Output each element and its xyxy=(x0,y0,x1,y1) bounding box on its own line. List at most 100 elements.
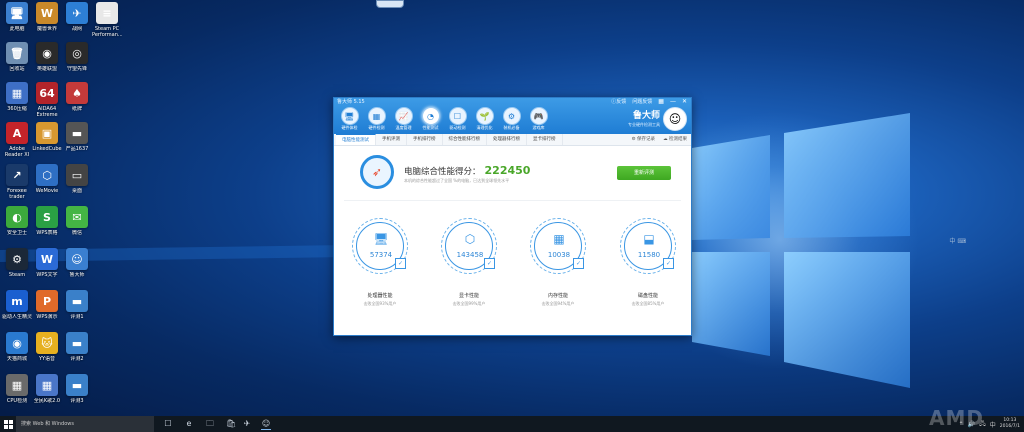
ime-indicator: 中 ⌨ xyxy=(949,238,966,245)
main-toolbar: 🖥 硬件体检 ▦ 硬件检测 📈 温度管理 ◔ 性能测试 ☐ 驱动检测 🌱 清理优化 ⚙ 装机必备 🎮 游戏库 xyxy=(338,107,550,131)
app-icon[interactable]: ✈ xyxy=(242,419,252,429)
desktop-icon[interactable]: ◎ 守望先锋 xyxy=(62,42,92,72)
toolbar-label: 性能测试 xyxy=(422,125,439,130)
feedback-link[interactable]: ⓘ反馈 xyxy=(611,98,626,106)
store-icon[interactable]: 🛍 xyxy=(226,419,236,429)
desktop-icon[interactable]: 64 AIDA64 Extreme xyxy=(32,82,62,118)
desktop-icon[interactable]: ⬡ WeMovie xyxy=(32,164,62,194)
desktop-icon-label: Steam PC Performan... xyxy=(92,26,122,38)
window-drag-handle[interactable] xyxy=(376,0,404,8)
minimize-icon[interactable]: — xyxy=(670,98,676,106)
start-button[interactable] xyxy=(0,416,16,432)
desktop-icon[interactable]: ☺ 鲁大师 xyxy=(62,248,92,278)
desktop-icon[interactable]: W WPS文字 xyxy=(32,248,62,278)
desktop-icon[interactable]: ↗ Forexee trader xyxy=(2,164,32,200)
desktop-icon[interactable]: ◉ 英雄联盟 xyxy=(32,42,62,72)
metric-subtext: 击败全国94%用户 xyxy=(541,301,575,306)
close-icon[interactable]: ✕ xyxy=(682,98,687,106)
subtab[interactable]: 处理器排行榜 xyxy=(487,134,527,145)
metric-card[interactable]: ⬓ 11580 ✓ 磁盘性能 击败全国85%用户 xyxy=(618,218,678,307)
toolbar-label: 装机必备 xyxy=(503,125,520,130)
taskbar-search-input[interactable]: 搜索 Web 和 Windows xyxy=(16,416,154,432)
subtab[interactable]: 显卡排行榜 xyxy=(527,134,563,145)
desktop-icon[interactable]: 🐱 YY语音 xyxy=(32,332,62,362)
desktop-icon[interactable]: 🖥 此电脑 xyxy=(2,2,32,32)
explorer-icon[interactable]: 🗀 xyxy=(205,419,215,429)
desktop-icon[interactable]: ▭ 桌面 xyxy=(62,164,92,194)
subtab[interactable]: 电脑性能测试 xyxy=(336,134,376,145)
subtab[interactable]: 手机排行榜 xyxy=(407,134,443,145)
metric-icon: ⬡ xyxy=(464,232,476,246)
toolbar-item[interactable]: ☐ 驱动检测 xyxy=(446,107,469,131)
toolbar-item[interactable]: ▦ 硬件检测 xyxy=(365,107,388,131)
desktop-icon[interactable]: ▣ LinkedCube xyxy=(32,122,62,152)
desktop-icon[interactable]: W 魔兽世界 xyxy=(32,2,62,32)
toolbar-item[interactable]: 🎮 游戏库 xyxy=(527,107,550,131)
subtab[interactable]: 综合性能排行榜 xyxy=(443,134,487,145)
desktop-icon-label: 安全卫士 xyxy=(6,230,27,236)
toolbar-label: 清理优化 xyxy=(476,125,493,130)
metric-icon: ▦ xyxy=(553,232,565,246)
toolbar-item[interactable]: 🖥 硬件体检 xyxy=(338,107,361,131)
retest-button[interactable]: 重新评测 xyxy=(617,166,671,180)
metric-label: 处理器性能 xyxy=(367,293,393,299)
desktop-icon[interactable]: ◐ 安全卫士 xyxy=(2,206,32,236)
metric-card[interactable]: ▦ 10038 ✓ 内存性能 击败全国94%用户 xyxy=(528,218,588,307)
desktop-icon-label: 驱动人生精灵 xyxy=(2,314,32,320)
title-bar[interactable]: 鲁大师 5.15 ⓘ反馈 问题反馈 ▦ — ✕ xyxy=(334,98,691,106)
app-icon: ◎ xyxy=(66,42,88,64)
desktop-icon[interactable]: 🗑 回收站 xyxy=(2,42,32,72)
total-score: 222450 xyxy=(484,164,531,177)
sub-tab-bar: 电脑性能测试 手机评测 手机排行榜 综合性能排行榜 处理器排行榜 显卡排行榜 ⚙ 保存记录… xyxy=(334,134,691,146)
score-description: 本机的综合性能超过了全国 %的电脑，已达到全球领先水平 xyxy=(404,178,510,183)
desktop-icon[interactable]: ♠ 纸牌 xyxy=(62,82,92,112)
edge-icon[interactable]: e xyxy=(184,419,194,429)
desktop-icon[interactable]: ▬ 评测1 xyxy=(62,290,92,320)
app-icon: ◉ xyxy=(36,42,58,64)
desktop-icon[interactable]: ▬ 评测2 xyxy=(62,332,92,362)
metric-label: 显卡性能 xyxy=(458,293,479,299)
subtab[interactable]: 手机评测 xyxy=(376,134,407,145)
metrics-panel: 🖥 57374 ✓ 处理器性能 击败全国93%用户 ⬡ 143458 ✓ 显卡性能 击败全国99%… xyxy=(334,210,691,330)
metric-card[interactable]: 🖥 57374 ✓ 处理器性能 击败全国93%用户 xyxy=(350,218,410,307)
desktop-icon[interactable]: ▦ CPU检测 xyxy=(2,374,32,404)
desktop-icon[interactable]: ✈ 战网 xyxy=(62,2,92,32)
metric-card[interactable]: ⬡ 143458 ✓ 显卡性能 击败全国99%用户 xyxy=(439,218,499,307)
app-icon: ▦ xyxy=(36,374,58,396)
desktop-icon[interactable]: P WPS演示 xyxy=(32,290,62,320)
desktop-icon[interactable]: ▬ 评测3 xyxy=(62,374,92,404)
task-view-icon[interactable]: ☐ xyxy=(163,419,173,429)
toolbar-item[interactable]: 🌱 清理优化 xyxy=(473,107,496,131)
toolbar-item[interactable]: ⚙ 装机必备 xyxy=(500,107,523,131)
toolbar-item[interactable]: ◔ 性能测试 xyxy=(419,107,442,131)
ludashi-icon[interactable]: ☺ xyxy=(261,419,271,430)
ludashi-window: 鲁大师 5.15 ⓘ反馈 问题反馈 ▦ — ✕ 🖥 硬件体检 ▦ 硬件检测 📈 温度管理 ◔… xyxy=(333,97,692,336)
desktop-icon[interactable]: ◉ 天猫商城 xyxy=(2,332,32,362)
desktop-icon[interactable]: ▦ 全民K歌2.0 xyxy=(32,374,62,404)
desktop-icon[interactable]: m 驱动人生精灵 xyxy=(2,290,32,320)
desktop-icon[interactable]: ▬ 产品1637 xyxy=(62,122,92,152)
toolbar-item[interactable]: 📈 温度管理 xyxy=(392,107,415,131)
desktop-icon-label: WPS文字 xyxy=(36,272,58,278)
app-icon: ⚙ xyxy=(6,248,28,270)
desktop-icon[interactable]: ⚙ Steam xyxy=(2,248,32,278)
clock[interactable]: 10:13 2016/7/1 xyxy=(1000,418,1020,430)
desktop-icon-label: Steam xyxy=(8,272,26,278)
problem-feedback-link[interactable]: 问题反馈 xyxy=(632,98,652,106)
window-controls: ⓘ反馈 问题反馈 ▦ — ✕ xyxy=(611,98,687,106)
check-icon: ✓ xyxy=(395,258,406,269)
toolbar-label: 硬件体检 xyxy=(341,125,358,130)
score-title: 电脑综合性能得分： 222450 xyxy=(404,164,531,177)
desktop-icon[interactable]: A Adobe Reader XI xyxy=(2,122,32,158)
wallpaper-pane-bl xyxy=(692,252,770,356)
desktop-icon[interactable]: S WPS表格 xyxy=(32,206,62,236)
desktop-icon[interactable]: ≡ Steam PC Performan... xyxy=(92,2,122,38)
result-link[interactable]: ☁ 检测结果 xyxy=(663,134,687,145)
save-record-link[interactable]: ⚙ 保存记录 xyxy=(632,134,655,145)
desktop-icon[interactable]: ✉ 微信 xyxy=(62,206,92,236)
menu-icon[interactable]: ▦ xyxy=(658,98,664,106)
app-icon: W xyxy=(36,2,58,24)
desktop-icon[interactable]: ▦ 360压缩 xyxy=(2,82,32,112)
brand-subtitle: 专业硬件检测工具 xyxy=(628,121,660,127)
ime-icon[interactable]: 中 xyxy=(990,420,996,429)
